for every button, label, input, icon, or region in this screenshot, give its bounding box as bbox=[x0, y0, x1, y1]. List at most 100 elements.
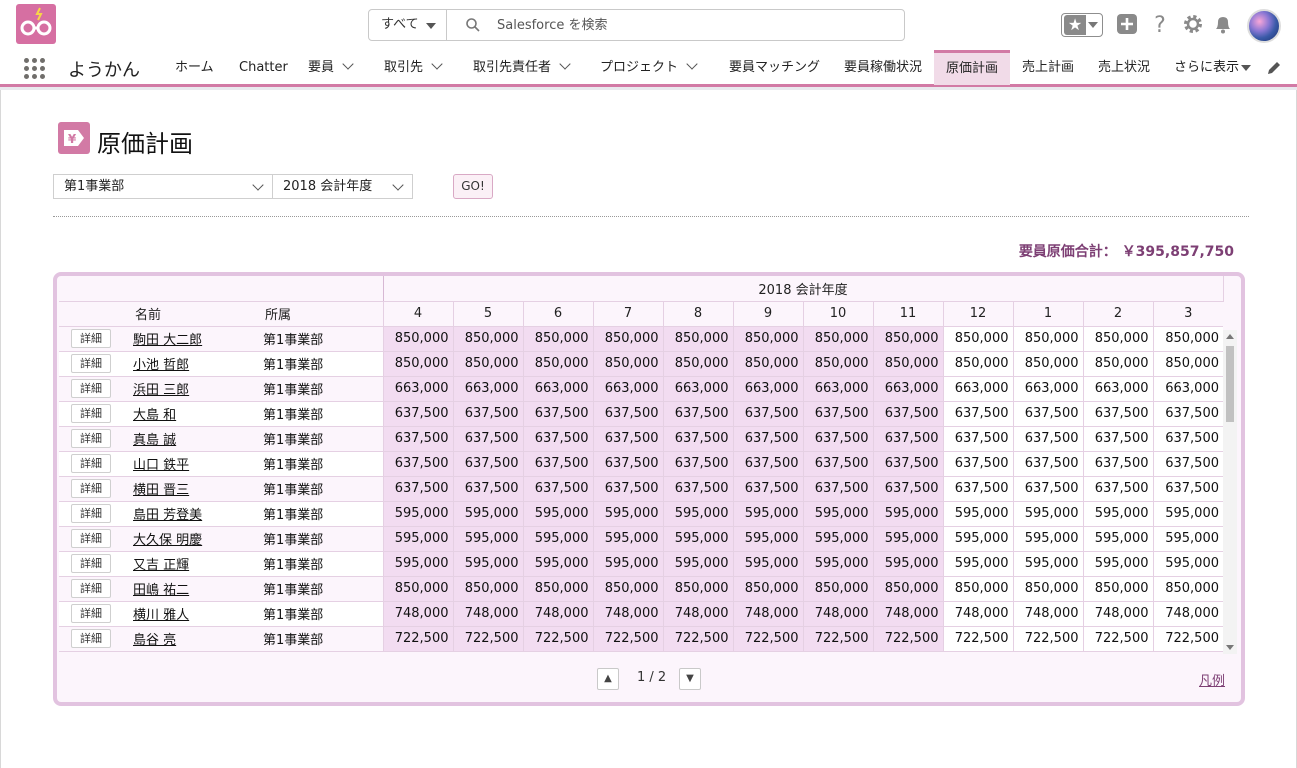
cost-cell[interactable]: 595,000 bbox=[1012, 526, 1083, 552]
staff-name-link[interactable]: 又吉 正輝 bbox=[129, 558, 189, 573]
cost-cell[interactable]: 722,500 bbox=[732, 626, 803, 652]
cost-cell[interactable]: 637,500 bbox=[452, 451, 523, 477]
staff-name-link[interactable]: 大島 和 bbox=[129, 408, 176, 423]
cost-cell[interactable]: 748,000 bbox=[592, 601, 663, 627]
cost-cell[interactable]: 595,000 bbox=[1082, 526, 1153, 552]
cost-cell[interactable]: 850,000 bbox=[872, 576, 943, 602]
cost-cell[interactable]: 595,000 bbox=[592, 526, 663, 552]
cost-cell[interactable]: 748,000 bbox=[522, 601, 593, 627]
cost-cell[interactable]: 595,000 bbox=[732, 526, 803, 552]
help-icon[interactable]: ? bbox=[1148, 12, 1172, 36]
detail-button[interactable]: 詳細 bbox=[71, 379, 111, 398]
cost-cell[interactable]: 637,500 bbox=[1152, 451, 1223, 477]
cost-cell[interactable]: 637,500 bbox=[872, 451, 943, 477]
tab-home[interactable]: ホーム bbox=[175, 50, 214, 85]
tab-accounts[interactable]: 取引先 bbox=[384, 50, 443, 85]
cost-cell[interactable]: 595,000 bbox=[1012, 501, 1083, 527]
cost-cell[interactable]: 850,000 bbox=[382, 351, 453, 377]
detail-button[interactable]: 詳細 bbox=[71, 404, 111, 423]
detail-button[interactable]: 詳細 bbox=[71, 479, 111, 498]
detail-button[interactable]: 詳細 bbox=[71, 454, 111, 473]
cost-cell[interactable]: 850,000 bbox=[732, 326, 803, 352]
cost-cell[interactable]: 850,000 bbox=[452, 351, 523, 377]
cost-cell[interactable]: 748,000 bbox=[1012, 601, 1083, 627]
edit-nav-icon[interactable] bbox=[1266, 60, 1282, 76]
cost-cell[interactable]: 850,000 bbox=[1012, 326, 1083, 352]
cost-cell[interactable]: 850,000 bbox=[942, 351, 1013, 377]
detail-button[interactable]: 詳細 bbox=[71, 529, 111, 548]
cost-cell[interactable]: 637,500 bbox=[1012, 401, 1083, 427]
gear-icon[interactable] bbox=[1181, 12, 1205, 36]
cost-cell[interactable]: 722,500 bbox=[382, 626, 453, 652]
tab-staff-matching[interactable]: 要員マッチング bbox=[729, 50, 820, 85]
cost-cell[interactable]: 850,000 bbox=[1012, 351, 1083, 377]
grid-scrollbar[interactable] bbox=[1223, 330, 1237, 654]
cost-cell[interactable]: 850,000 bbox=[662, 326, 733, 352]
staff-name-link[interactable]: 横田 晋三 bbox=[129, 483, 189, 498]
cost-cell[interactable]: 850,000 bbox=[522, 576, 593, 602]
cost-cell[interactable]: 748,000 bbox=[452, 601, 523, 627]
cost-cell[interactable]: 637,500 bbox=[732, 451, 803, 477]
cost-cell[interactable]: 663,000 bbox=[592, 376, 663, 402]
cost-cell[interactable]: 722,500 bbox=[1152, 626, 1223, 652]
chevron-down-icon[interactable] bbox=[431, 58, 443, 70]
cost-cell[interactable]: 663,000 bbox=[872, 376, 943, 402]
cost-cell[interactable]: 850,000 bbox=[732, 351, 803, 377]
cost-cell[interactable]: 722,500 bbox=[662, 626, 733, 652]
detail-button[interactable]: 詳細 bbox=[71, 329, 111, 348]
cost-cell[interactable]: 595,000 bbox=[802, 551, 873, 577]
cost-cell[interactable]: 748,000 bbox=[872, 601, 943, 627]
cost-cell[interactable]: 663,000 bbox=[732, 376, 803, 402]
cost-cell[interactable]: 637,500 bbox=[662, 451, 733, 477]
cost-cell[interactable]: 595,000 bbox=[522, 551, 593, 577]
cost-cell[interactable]: 595,000 bbox=[452, 551, 523, 577]
cost-cell[interactable]: 637,500 bbox=[942, 401, 1013, 427]
cost-cell[interactable]: 637,500 bbox=[662, 426, 733, 452]
cost-cell[interactable]: 850,000 bbox=[872, 351, 943, 377]
cost-cell[interactable]: 637,500 bbox=[872, 476, 943, 502]
cost-cell[interactable]: 595,000 bbox=[1152, 501, 1223, 527]
cost-cell[interactable]: 595,000 bbox=[662, 501, 733, 527]
cost-cell[interactable]: 850,000 bbox=[802, 576, 873, 602]
add-icon[interactable] bbox=[1115, 12, 1139, 36]
cost-cell[interactable]: 595,000 bbox=[1152, 526, 1223, 552]
cost-cell[interactable]: 850,000 bbox=[942, 326, 1013, 352]
cost-cell[interactable]: 595,000 bbox=[872, 501, 943, 527]
cost-cell[interactable]: 850,000 bbox=[1152, 351, 1223, 377]
cost-cell[interactable]: 595,000 bbox=[802, 526, 873, 552]
bell-icon[interactable] bbox=[1211, 12, 1235, 36]
app-launcher-icon[interactable] bbox=[24, 58, 46, 80]
cost-cell[interactable]: 595,000 bbox=[942, 526, 1013, 552]
cost-cell[interactable]: 637,500 bbox=[1082, 426, 1153, 452]
cost-cell[interactable]: 637,500 bbox=[942, 426, 1013, 452]
cost-cell[interactable]: 748,000 bbox=[1082, 601, 1153, 627]
staff-name-link[interactable]: 大久保 明慶 bbox=[129, 533, 202, 548]
cost-cell[interactable]: 850,000 bbox=[942, 576, 1013, 602]
cost-cell[interactable]: 637,500 bbox=[452, 426, 523, 452]
scroll-thumb[interactable] bbox=[1226, 346, 1234, 422]
cost-cell[interactable]: 637,500 bbox=[872, 401, 943, 427]
staff-name-link[interactable]: 島谷 亮 bbox=[129, 633, 176, 648]
cost-cell[interactable]: 637,500 bbox=[872, 426, 943, 452]
cost-cell[interactable]: 595,000 bbox=[592, 501, 663, 527]
cost-cell[interactable]: 595,000 bbox=[732, 551, 803, 577]
cost-cell[interactable]: 595,000 bbox=[1082, 501, 1153, 527]
cost-cell[interactable]: 637,500 bbox=[802, 426, 873, 452]
staff-name-link[interactable]: 田嶋 祐二 bbox=[129, 583, 189, 598]
cost-cell[interactable]: 850,000 bbox=[522, 351, 593, 377]
cost-cell[interactable]: 595,000 bbox=[382, 526, 453, 552]
cost-cell[interactable]: 748,000 bbox=[732, 601, 803, 627]
cost-cell[interactable]: 663,000 bbox=[1152, 376, 1223, 402]
cost-cell[interactable]: 850,000 bbox=[452, 326, 523, 352]
cost-cell[interactable]: 595,000 bbox=[662, 551, 733, 577]
cost-cell[interactable]: 663,000 bbox=[802, 376, 873, 402]
tab-staff-utilization[interactable]: 要員稼働状況 bbox=[844, 50, 922, 85]
favorites-button[interactable]: ★ bbox=[1061, 13, 1103, 37]
chevron-down-icon[interactable] bbox=[342, 58, 354, 70]
cost-cell[interactable]: 595,000 bbox=[522, 526, 593, 552]
chevron-down-icon[interactable] bbox=[686, 58, 698, 70]
fiscal-year-select[interactable]: 2018 会計年度 bbox=[272, 174, 413, 199]
cost-cell[interactable]: 850,000 bbox=[802, 351, 873, 377]
cost-cell[interactable]: 637,500 bbox=[942, 476, 1013, 502]
cost-cell[interactable]: 663,000 bbox=[1082, 376, 1153, 402]
